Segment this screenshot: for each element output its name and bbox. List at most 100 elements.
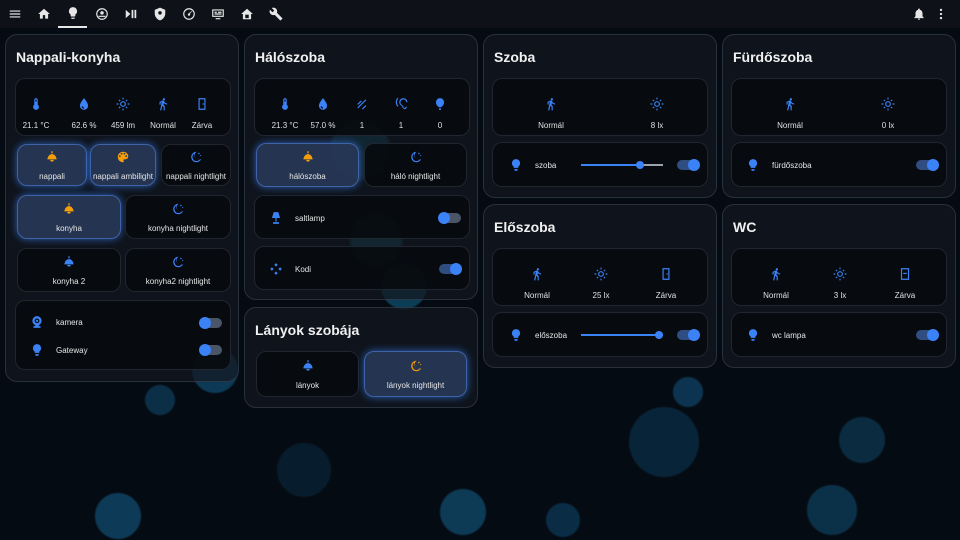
humidity-sensor[interactable]: 57.0 % <box>303 97 343 130</box>
wind-icon <box>355 97 369 111</box>
speedometer-icon[interactable] <box>174 0 203 28</box>
walking-icon <box>530 267 544 281</box>
shield-icon[interactable] <box>145 0 174 28</box>
walking-icon <box>783 97 797 111</box>
switch-row-kodi-card: Kodi <box>254 246 470 290</box>
room-title: Nappali-konyha <box>16 49 121 65</box>
brightness-icon <box>594 267 608 281</box>
dimmer-card-eloszoba: előszoba <box>492 312 708 357</box>
brightness-sensor[interactable]: 459 lm <box>103 97 143 130</box>
ear-icon <box>394 97 408 111</box>
wrench-icon[interactable] <box>261 0 290 28</box>
brightness-icon <box>833 267 847 281</box>
humidity-sensor[interactable]: 62.6 % <box>64 97 104 130</box>
door-sensor[interactable]: Zárva <box>646 267 686 300</box>
light-button-konyha2-nightlight[interactable]: konyha2 nightlight <box>125 248 231 292</box>
temperature-sensor[interactable]: 21.1 °C <box>16 97 56 130</box>
switch-row-kamera: kamera <box>30 313 83 331</box>
lightbulb-icon <box>746 328 760 342</box>
robot-vacuum-icon[interactable] <box>87 0 116 28</box>
door-sensor[interactable]: Zárva <box>885 267 925 300</box>
motion-sensor[interactable]: Normál <box>143 97 183 130</box>
light-button-konyha[interactable]: konyha <box>17 195 121 239</box>
motion-sensor[interactable]: Normál <box>531 97 571 130</box>
water-drop-icon <box>77 97 91 111</box>
brightness-sensor[interactable]: 25 lx <box>581 267 621 300</box>
dimmer-row-szoba: szoba <box>509 156 556 174</box>
balloon-sensor[interactable]: 0 <box>420 97 460 130</box>
light-button-konyha-2[interactable]: konyha 2 <box>17 248 121 292</box>
sensor-row: Normál 0 lx <box>731 78 947 136</box>
gateway-toggle[interactable] <box>199 344 222 356</box>
light-button-lanyok-nightlight[interactable]: lányok nightlight <box>364 351 467 397</box>
door-sensor[interactable]: Zárva <box>182 97 222 130</box>
room-title: Lányok szobája <box>255 322 360 338</box>
szoba-toggle[interactable] <box>677 159 700 171</box>
lightbulb-icon[interactable] <box>58 0 87 28</box>
sensor-row: 21.3 °C 57.0 % 1 1 0 <box>254 78 470 136</box>
brightness-slider[interactable] <box>581 161 663 169</box>
ceiling-light-icon <box>62 202 76 216</box>
top-app-bar <box>0 0 960 28</box>
balloon-icon <box>433 97 447 111</box>
temperature-sensor[interactable]: 21.3 °C <box>265 97 305 130</box>
room-card-szoba: Szoba Normál 8 lx szoba <box>483 34 717 198</box>
ceiling-light-icon <box>301 359 315 373</box>
sensor-row: Normál 25 lx Zárva <box>492 248 708 306</box>
switch-row-saltlamp-card: saltlamp <box>254 195 470 239</box>
home-icon[interactable] <box>29 0 58 28</box>
sound-sensor[interactable]: 1 <box>381 97 421 130</box>
room-title: Előszoba <box>494 219 556 235</box>
saltlamp-toggle[interactable] <box>438 212 461 224</box>
light-button-konyha-nightlight[interactable]: konyha nightlight <box>125 195 231 239</box>
door-icon <box>659 267 673 281</box>
room-card-nappali-konyha: Nappali-konyha 21.1 °C 62.6 % 459 lm Nor… <box>5 34 239 382</box>
air-sensor[interactable]: 1 <box>342 97 382 130</box>
lightbulb-icon <box>746 158 760 172</box>
light-button-nappali-nightlight[interactable]: nappali nightlight <box>161 144 231 186</box>
thermometer-icon <box>278 97 292 111</box>
lightbulb-icon <box>30 343 44 357</box>
light-button-lanyok[interactable]: lányok <box>256 351 359 397</box>
light-button-halo-nightlight[interactable]: háló nightlight <box>364 143 467 187</box>
kodi-toggle[interactable] <box>439 263 462 275</box>
monitor-icon[interactable] <box>203 0 232 28</box>
brightness-sensor[interactable]: 3 lx <box>820 267 860 300</box>
play-pause-icon[interactable] <box>116 0 145 28</box>
more-vertical-icon[interactable] <box>930 0 952 28</box>
light-button-nappali[interactable]: nappali <box>17 144 87 186</box>
light-button-haloszoba[interactable]: hálószoba <box>256 143 359 187</box>
walking-icon <box>156 97 170 111</box>
motion-sensor[interactable]: Normál <box>770 97 810 130</box>
room-card-lanyok-szobaja: Lányok szobája lányok lányok nightlight <box>244 307 478 408</box>
eloszoba-toggle[interactable] <box>677 329 700 341</box>
furdoszoba-toggle[interactable] <box>916 159 939 171</box>
bell-icon[interactable] <box>908 0 930 28</box>
brightness-icon <box>116 97 130 111</box>
moon-icon <box>171 202 185 216</box>
brightness-sensor[interactable]: 0 lx <box>868 97 908 130</box>
room-title: Szoba <box>494 49 536 65</box>
sensor-row: Normál 8 lx <box>492 78 708 136</box>
switch-row-gateway: Gateway <box>30 341 88 359</box>
brightness-sensor[interactable]: 8 lx <box>637 97 677 130</box>
light-button-nappali-ambilight[interactable]: nappali ambilight <box>90 144 156 186</box>
wc-lampa-toggle[interactable] <box>916 329 939 341</box>
room-card-wc: WC Normál 3 lx Zárva wc lampa <box>722 204 956 368</box>
switch-row-wc-lampa: wc lampa <box>746 326 806 344</box>
thermometer-icon <box>29 97 43 111</box>
menu-icon[interactable] <box>0 0 29 28</box>
door-icon <box>195 97 209 111</box>
brightness-slider[interactable] <box>581 331 663 339</box>
house-icon[interactable] <box>232 0 261 28</box>
moon-icon <box>409 359 423 373</box>
brightness-icon <box>650 97 664 111</box>
switch-row-kodi: Kodi <box>269 260 311 278</box>
room-title: Fürdőszoba <box>733 49 813 65</box>
moon-icon <box>189 150 203 164</box>
kamera-toggle[interactable] <box>199 317 222 329</box>
brightness-icon <box>881 97 895 111</box>
motion-sensor[interactable]: Normál <box>517 267 557 300</box>
motion-sensor[interactable]: Normál <box>756 267 796 300</box>
dimmer-row-eloszoba: előszoba <box>509 326 567 344</box>
